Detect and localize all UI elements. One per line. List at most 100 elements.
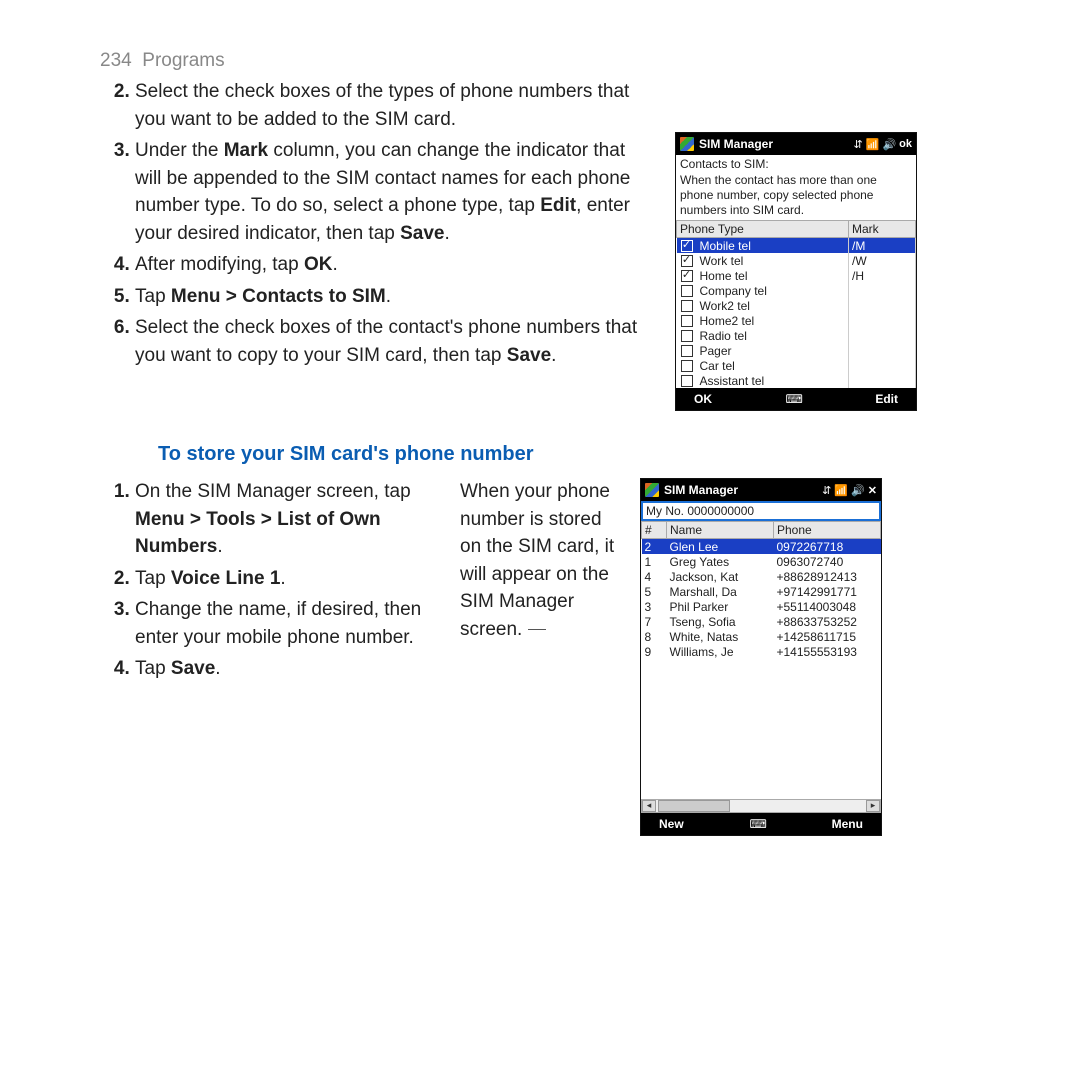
- row-mark: [849, 373, 916, 388]
- subtitle: Contacts to SIM:: [676, 155, 916, 173]
- speaker-icon[interactable]: 🔊: [851, 484, 865, 497]
- row-phone: +88633753252: [774, 614, 881, 629]
- row-name: Home2 tel: [697, 313, 849, 328]
- signal-icon: 📶: [866, 138, 880, 151]
- row-phone: +14258611715: [774, 629, 881, 644]
- phone-type-row[interactable]: ✓ Home tel/H: [677, 268, 916, 283]
- checkbox-icon[interactable]: [681, 360, 693, 372]
- instruction-list-bottom: On the SIM Manager screen, tap Menu > To…: [100, 478, 445, 836]
- horizontal-scrollbar[interactable]: ◂▸: [641, 799, 881, 813]
- contact-row[interactable]: 1Greg Yates0963072740: [642, 554, 881, 569]
- row-mark: [849, 358, 916, 373]
- step-2: Select the check boxes of the types of p…: [135, 78, 655, 133]
- row-index: 2: [642, 539, 667, 555]
- scroll-right-icon[interactable]: ▸: [866, 800, 880, 812]
- contact-row[interactable]: 9Williams, Je+14155553193: [642, 644, 881, 659]
- checkbox-icon[interactable]: [681, 315, 693, 327]
- ok-button[interactable]: ok: [899, 138, 912, 150]
- keyboard-icon[interactable]: ⌨: [750, 817, 766, 831]
- softkey-edit[interactable]: Edit: [875, 392, 898, 406]
- start-icon[interactable]: [645, 483, 659, 497]
- step-4: After modifying, tap OK.: [135, 251, 655, 279]
- row-index: 1: [642, 554, 667, 569]
- row-index: 3: [642, 599, 667, 614]
- checkbox-icon[interactable]: [681, 300, 693, 312]
- instruction-list-top: Select the check boxes of the types of p…: [100, 78, 655, 411]
- section-name: Programs: [142, 50, 224, 71]
- phone-type-row[interactable]: Company tel: [677, 283, 916, 298]
- scroll-thumb[interactable]: [658, 800, 730, 812]
- close-icon[interactable]: ✕: [868, 484, 877, 497]
- col-mark[interactable]: Mark: [849, 221, 916, 238]
- row-phone: +14155553193: [774, 644, 881, 659]
- softkey-new[interactable]: New: [659, 817, 684, 831]
- checkbox-icon[interactable]: ✓: [681, 240, 693, 252]
- my-number-field[interactable]: My No. 0000000000: [641, 501, 881, 521]
- phone-type-table: Phone TypeMark ✓Mobile tel/M✓Work tel/W✓…: [676, 220, 916, 388]
- b-step-1: On the SIM Manager screen, tap Menu > To…: [135, 478, 445, 561]
- screenshot-sim-contacts: SIM Manager ⇵ 📶 🔊 ok Contacts to SIM: Wh…: [675, 132, 917, 411]
- speaker-icon[interactable]: 🔊: [882, 138, 896, 151]
- contacts-table: #NamePhone 2Glen Lee09722677181Greg Yate…: [641, 521, 881, 659]
- row-name: Work tel: [697, 253, 849, 268]
- description: When the contact has more than one phone…: [676, 173, 916, 220]
- phone-type-row[interactable]: Work2 tel: [677, 298, 916, 313]
- col-num[interactable]: #: [642, 522, 667, 539]
- contact-row[interactable]: 4Jackson, Kat+88628912413: [642, 569, 881, 584]
- step-5: Tap Menu > Contacts to SIM.: [135, 283, 655, 311]
- contact-row[interactable]: 2Glen Lee0972267718: [642, 539, 881, 555]
- row-phone: +88628912413: [774, 569, 881, 584]
- row-mark: [849, 298, 916, 313]
- row-name: Work2 tel: [697, 298, 849, 313]
- row-name: Car tel: [697, 358, 849, 373]
- sync-icon[interactable]: ⇵: [822, 484, 831, 497]
- checkbox-icon[interactable]: [681, 375, 693, 387]
- row-name: Phil Parker: [667, 599, 774, 614]
- page-header: 234 Programs: [100, 50, 1020, 72]
- start-icon[interactable]: [680, 137, 694, 151]
- phone-type-row[interactable]: Radio tel: [677, 328, 916, 343]
- phone-type-row[interactable]: Pager: [677, 343, 916, 358]
- step-3: Under the Mark column, you can change th…: [135, 137, 655, 247]
- phone-type-row[interactable]: Car tel: [677, 358, 916, 373]
- contact-row[interactable]: 3Phil Parker+55114003048: [642, 599, 881, 614]
- row-phone: 0963072740: [774, 554, 881, 569]
- phone-type-row[interactable]: ✓Mobile tel/M: [677, 238, 916, 254]
- col-phonetype[interactable]: Phone Type: [677, 221, 849, 238]
- row-name: Pager: [697, 343, 849, 358]
- signal-icon: 📶: [834, 484, 848, 497]
- checkbox-icon[interactable]: [681, 345, 693, 357]
- col-phone[interactable]: Phone: [774, 522, 881, 539]
- row-index: 5: [642, 584, 667, 599]
- phone-type-row[interactable]: ✓Work tel/W: [677, 253, 916, 268]
- row-name: White, Natas: [667, 629, 774, 644]
- softkey-menu[interactable]: Menu: [832, 817, 863, 831]
- contact-row[interactable]: 7Tseng, Sofia+88633753252: [642, 614, 881, 629]
- softkey-bar: OK ⌨ Edit: [676, 388, 916, 410]
- phone-type-row[interactable]: Home2 tel: [677, 313, 916, 328]
- checkbox-icon[interactable]: ✓: [681, 255, 693, 267]
- row-mark: /H: [849, 268, 916, 283]
- row-mark: [849, 328, 916, 343]
- checkbox-icon[interactable]: [681, 330, 693, 342]
- titlebar: SIM Manager ⇵ 📶 🔊 ✕: [641, 479, 881, 501]
- row-name: Tseng, Sofia: [667, 614, 774, 629]
- contact-row[interactable]: 5Marshall, Da+97142991771: [642, 584, 881, 599]
- b-step-4: Tap Save.: [135, 655, 445, 683]
- contact-row[interactable]: 8White, Natas+14258611715: [642, 629, 881, 644]
- row-mark: [849, 313, 916, 328]
- row-name: Home tel: [697, 268, 849, 283]
- softkey-bar: New ⌨ Menu: [641, 813, 881, 835]
- page-number: 234: [100, 50, 132, 71]
- row-name: Glen Lee: [667, 539, 774, 555]
- sync-icon[interactable]: ⇵: [854, 138, 863, 151]
- softkey-ok[interactable]: OK: [694, 392, 712, 406]
- checkbox-icon[interactable]: ✓: [681, 270, 693, 282]
- row-name: Mobile tel: [697, 238, 849, 254]
- screenshot-sim-list: SIM Manager ⇵ 📶 🔊 ✕ My No. 0000000000 #N…: [640, 478, 882, 836]
- checkbox-icon[interactable]: [681, 285, 693, 297]
- keyboard-icon[interactable]: ⌨: [786, 392, 802, 406]
- col-name[interactable]: Name: [667, 522, 774, 539]
- phone-type-row[interactable]: Assistant tel: [677, 373, 916, 388]
- scroll-left-icon[interactable]: ◂: [642, 800, 656, 812]
